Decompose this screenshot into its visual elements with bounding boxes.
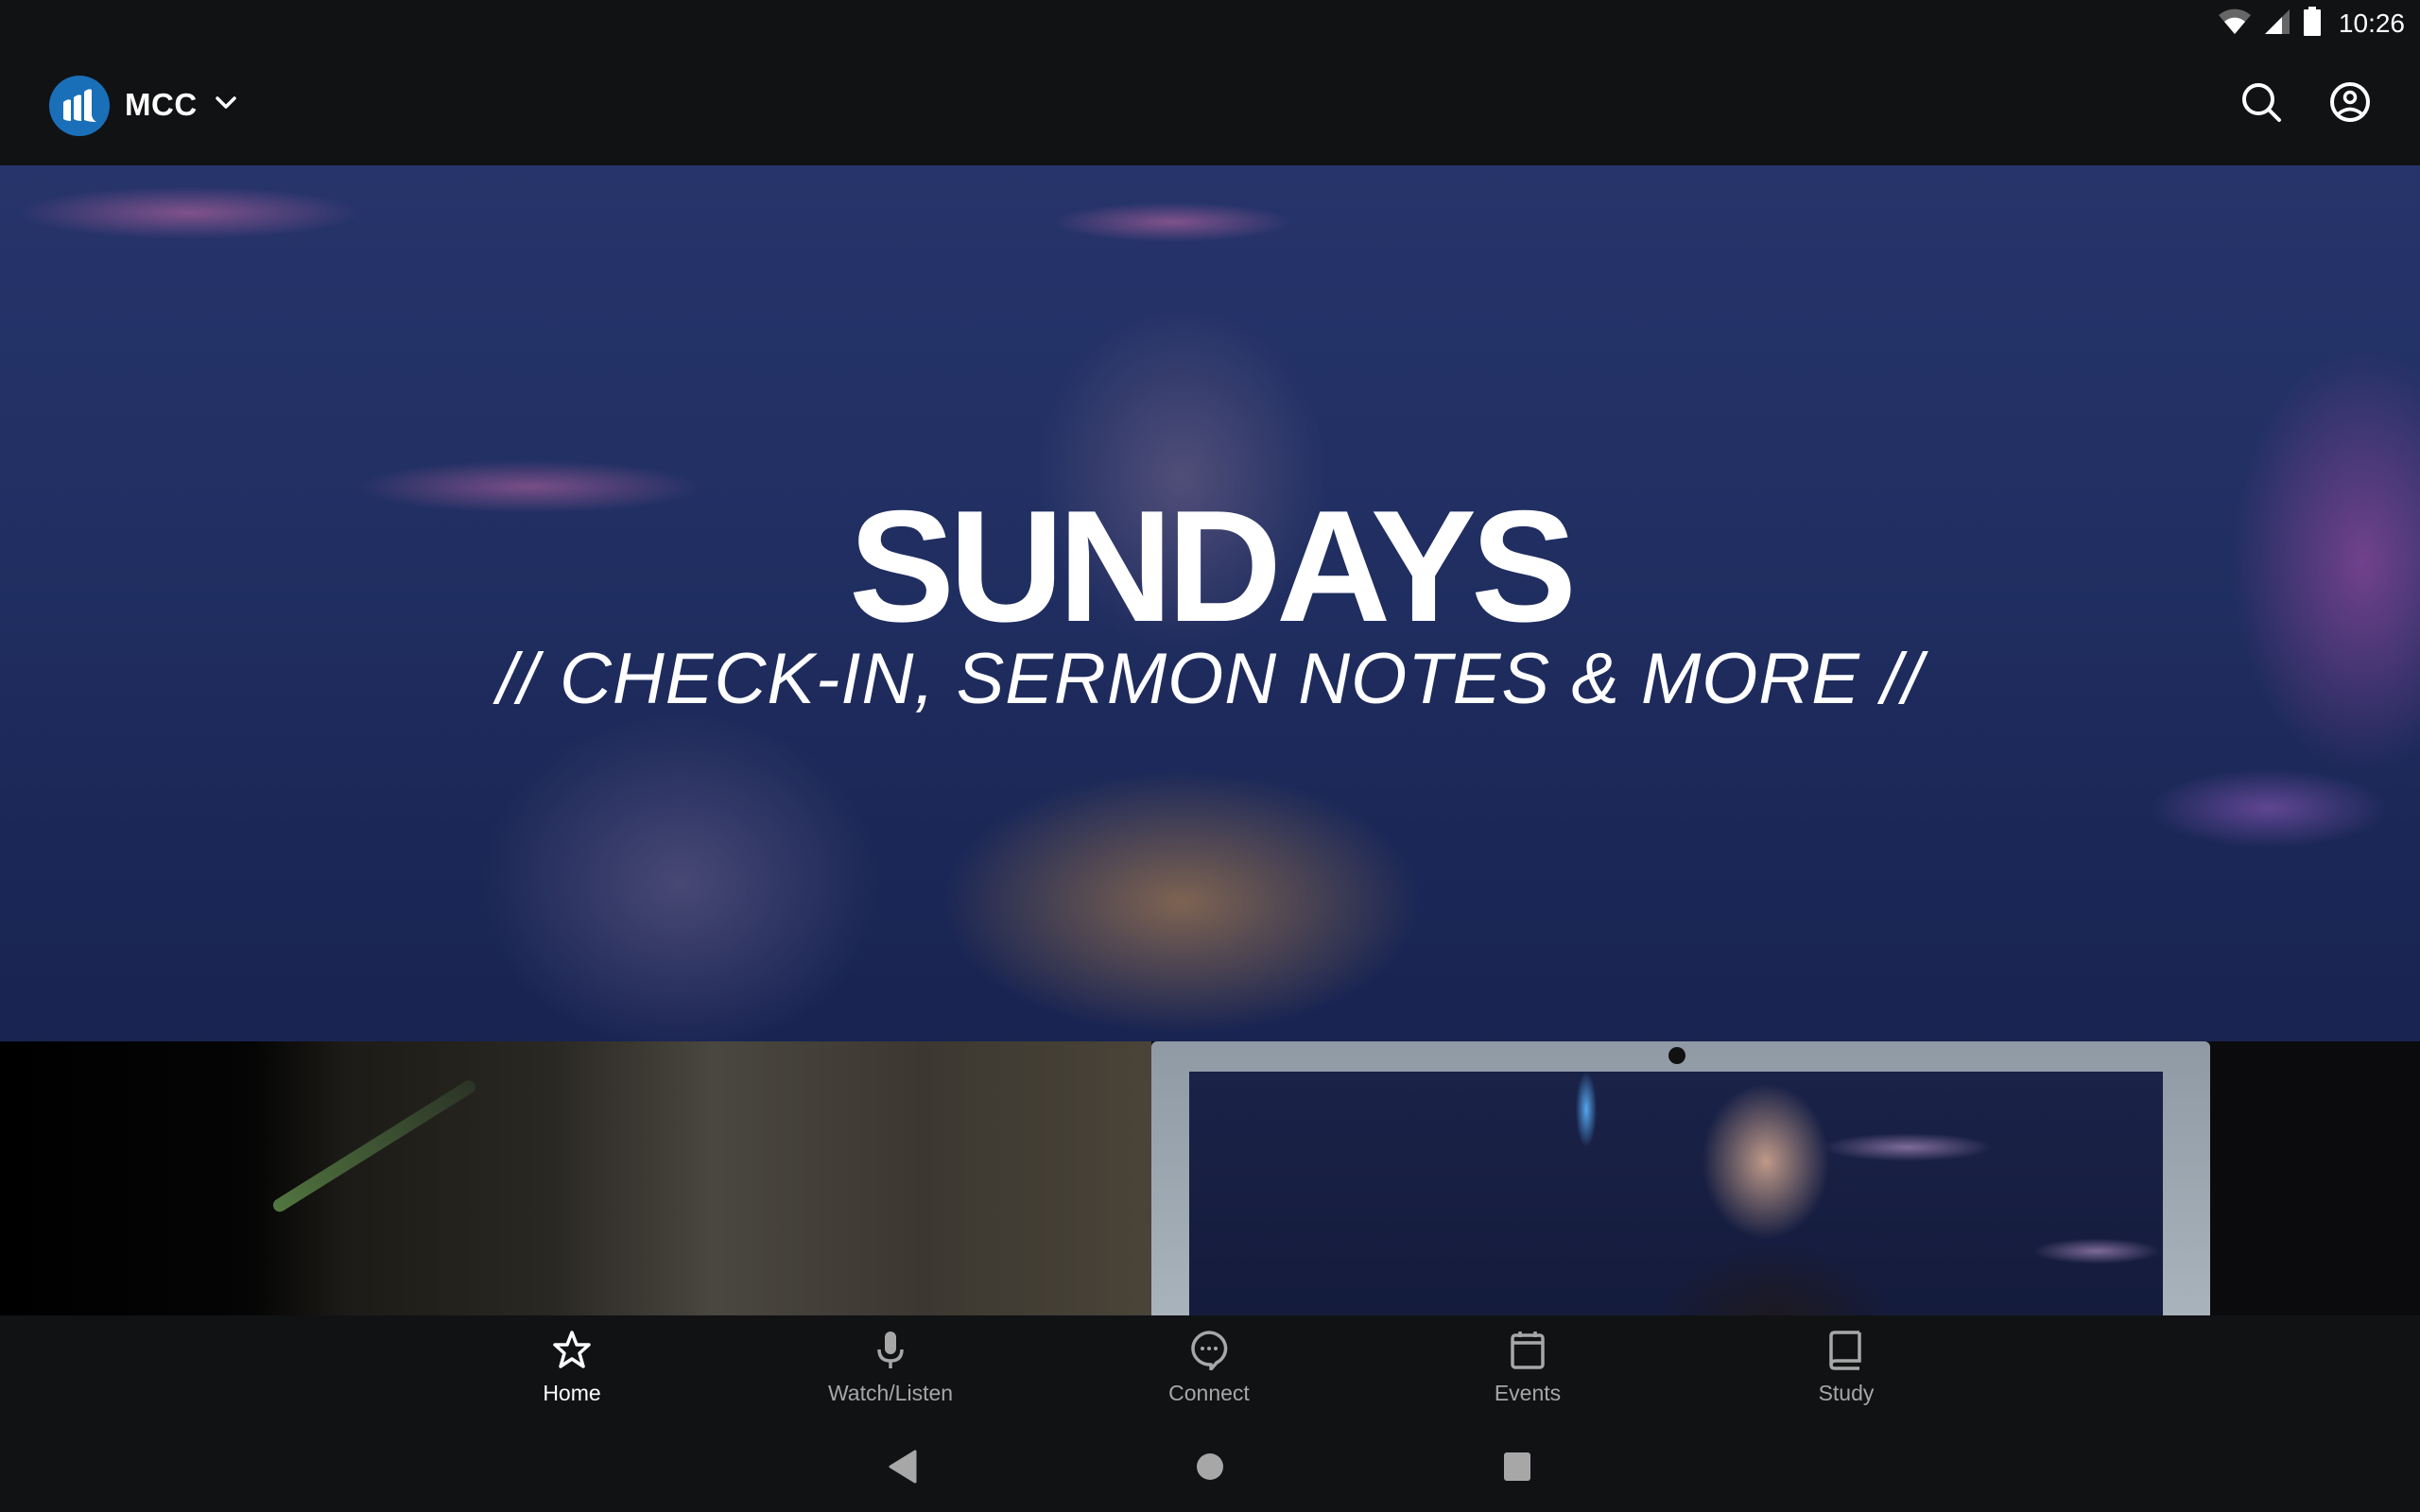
home-circle-icon — [1195, 1453, 1225, 1487]
home-button[interactable] — [1195, 1450, 1225, 1488]
account-circle-icon — [2329, 81, 2371, 128]
tab-watch-listen[interactable]: Watch/Listen — [786, 1329, 994, 1406]
back-button[interactable] — [887, 1450, 917, 1488]
mcc-logo-icon[interactable] — [49, 76, 110, 136]
laptop-camera — [1668, 1047, 1685, 1064]
feed-card-image[interactable] — [0, 1041, 1151, 1315]
brand-name: MCC — [125, 87, 198, 122]
status-icons: 10:26 — [2218, 6, 2405, 42]
tab-label: Home — [543, 1381, 601, 1405]
hero-subtitle: // CHECK-IN, SERMON NOTES & MORE // — [496, 639, 1924, 719]
tab-events[interactable]: Events — [1424, 1329, 1632, 1406]
cellular-signal-icon — [2263, 8, 2291, 41]
tab-connect[interactable]: Connect — [1105, 1329, 1313, 1406]
home-feed[interactable]: SUNDAYS // CHECK-IN, SERMON NOTES & MORE… — [0, 165, 2420, 1315]
recents-button[interactable] — [1502, 1450, 1532, 1488]
feed-card-sermon-video[interactable] — [1151, 1041, 2420, 1315]
bottom-navigation: Home Watch/Listen Connect Events Study — [0, 1315, 2420, 1429]
system-navigation-bar — [0, 1429, 2420, 1512]
star-icon — [551, 1329, 593, 1375]
tab-home[interactable]: Home — [468, 1329, 676, 1406]
calendar-icon — [1507, 1329, 1548, 1375]
campus-selector[interactable]: MCC — [125, 87, 237, 123]
tab-label: Events — [1494, 1381, 1562, 1405]
search-button[interactable] — [2238, 81, 2284, 127]
profile-button[interactable] — [2327, 81, 2373, 127]
chevron-down-icon — [215, 95, 237, 115]
app-bar: MCC — [0, 47, 2420, 165]
recents-square-icon — [1502, 1452, 1532, 1487]
plant-leaf-image — [270, 1077, 478, 1214]
laptop-image — [1151, 1041, 2210, 1315]
book-icon — [1825, 1329, 1867, 1375]
feed-row — [0, 1041, 2420, 1315]
battery-icon — [2303, 6, 2322, 42]
status-bar: 10:26 — [0, 0, 2420, 47]
back-triangle-icon — [887, 1450, 917, 1487]
tab-label: Connect — [1168, 1381, 1250, 1405]
tab-study[interactable]: Study — [1742, 1329, 1950, 1406]
sundays-hero-card[interactable]: SUNDAYS // CHECK-IN, SERMON NOTES & MORE… — [0, 165, 2420, 1041]
tab-label: Study — [1818, 1381, 1875, 1405]
clock: 10:26 — [2338, 9, 2405, 38]
chat-bubble-icon — [1188, 1329, 1230, 1375]
hero-title: SUNDAYS — [848, 477, 1577, 655]
microphone-icon — [870, 1329, 911, 1375]
search-icon — [2240, 81, 2282, 128]
wifi-icon — [2218, 8, 2252, 41]
tab-label: Watch/Listen — [827, 1381, 954, 1405]
sermon-preview-image — [1189, 1072, 2163, 1315]
